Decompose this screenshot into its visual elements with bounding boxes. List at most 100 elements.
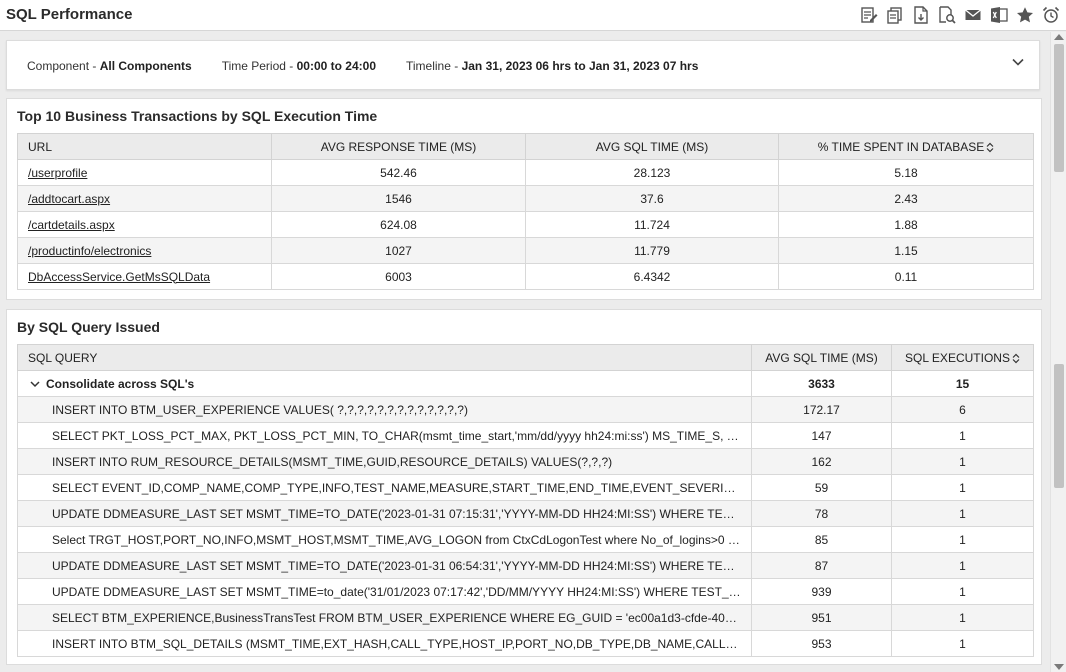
sql-query-table: SQL QUERY AVG SQL TIME (MS) SQL EXECUTIO…: [17, 344, 1034, 657]
avg-sql-time-cell: 28.123: [525, 159, 779, 186]
sql-query-cell: INSERT INTO BTM_SQL_DETAILS (MSMT_TIME,E…: [17, 630, 752, 657]
filter-component-label: Component -: [27, 59, 100, 73]
sql-query-cell: Select TRGT_HOST,PORT_NO,INFO,MSMT_HOST,…: [17, 526, 752, 553]
column-header-pct-time-db[interactable]: % TIME SPENT IN DATABASE: [778, 133, 1034, 160]
sql-executions-cell: 1: [891, 448, 1034, 475]
table-row: UPDATE DDMEASURE_LAST SET MSMT_TIME=TO_D…: [17, 552, 1034, 579]
pct-time-db-cell: 0.11: [778, 263, 1034, 290]
edit-report-icon[interactable]: [858, 5, 880, 25]
filter-component-value: All Components: [99, 59, 192, 73]
business-transactions-table: URL AVG RESPONSE TIME (MS) AVG SQL TIME …: [17, 133, 1034, 290]
group-avg-sql-time: 3633: [751, 370, 892, 397]
column-header-sql-query[interactable]: SQL QUERY: [17, 344, 752, 371]
url-link[interactable]: /userprofile: [17, 159, 272, 186]
sql-executions-cell: 1: [891, 500, 1034, 527]
alarm-clock-icon[interactable]: [1040, 5, 1062, 25]
page-title: SQL Performance: [6, 6, 133, 23]
sql-query-cell: UPDATE DDMEASURE_LAST SET MSMT_TIME=TO_D…: [17, 500, 752, 527]
group-executions: 15: [891, 370, 1034, 397]
url-link[interactable]: /productinfo/electronics: [17, 237, 272, 264]
filter-component: Component - All Components: [27, 59, 192, 73]
filter-bar: Component - All Components Time Period -…: [6, 40, 1040, 90]
scroll-up-arrow-icon[interactable]: [1054, 34, 1064, 40]
column-header-avg-response-time[interactable]: AVG RESPONSE TIME (MS): [271, 133, 526, 160]
column-header-url[interactable]: URL: [17, 133, 272, 160]
avg-sql-time-cell: 951: [751, 604, 892, 631]
filter-timeline: Timeline - Jan 31, 2023 06 hrs to Jan 31…: [406, 59, 698, 73]
avg-sql-time-cell: 87: [751, 552, 892, 579]
scrollbar-thumb-secondary[interactable]: [1054, 364, 1064, 488]
pct-time-db-cell: 1.88: [778, 211, 1034, 238]
group-label: Consolidate across SQL's: [46, 376, 195, 391]
filter-timeline-label: Timeline -: [406, 59, 462, 73]
toolbar: [858, 5, 1062, 25]
sql-executions-cell: 1: [891, 422, 1034, 449]
avg-sql-time-cell: 11.779: [525, 237, 779, 264]
table-row: INSERT INTO BTM_SQL_DETAILS (MSMT_TIME,E…: [17, 630, 1034, 657]
favorite-star-icon[interactable]: [1014, 5, 1036, 25]
sql-query-panel: By SQL Query Issued SQL QUERY AVG SQL TI…: [6, 309, 1042, 665]
table-row: UPDATE DDMEASURE_LAST SET MSMT_TIME=TO_D…: [17, 500, 1034, 527]
table-row: INSERT INTO BTM_USER_EXPERIENCE VALUES( …: [17, 396, 1034, 423]
table-row: INSERT INTO RUM_RESOURCE_DETAILS(MSMT_TI…: [17, 448, 1034, 475]
column-header-sql-executions-label: SQL EXECUTIONS: [905, 350, 1010, 365]
mail-icon[interactable]: [962, 5, 984, 25]
sql-executions-cell: 1: [891, 578, 1034, 605]
avg-sql-time-cell: 147: [751, 422, 892, 449]
avg-response-time-cell: 1027: [271, 237, 526, 264]
sql-executions-cell: 1: [891, 604, 1034, 631]
avg-sql-time-cell: 172.17: [751, 396, 892, 423]
avg-sql-time-cell: 6.4342: [525, 263, 779, 290]
filter-time-period-value: 00:00 to 24:00: [296, 59, 376, 73]
table-row: DbAccessService.GetMsSQLData 6003 6.4342…: [17, 263, 1034, 290]
avg-response-time-cell: 1546: [271, 185, 526, 212]
table-row: SELECT BTM_EXPERIENCE,BusinessTransTest …: [17, 604, 1034, 631]
sql-query-cell: UPDATE DDMEASURE_LAST SET MSMT_TIME=TO_D…: [17, 552, 752, 579]
sql-executions-cell: 6: [891, 396, 1034, 423]
table-row: /productinfo/electronics 1027 11.779 1.1…: [17, 237, 1034, 264]
pdf-export-icon[interactable]: [910, 5, 932, 25]
sql-executions-cell: 1: [891, 474, 1034, 501]
table-header-row: SQL QUERY AVG SQL TIME (MS) SQL EXECUTIO…: [17, 344, 1034, 371]
column-header-sql-executions[interactable]: SQL EXECUTIONS: [891, 344, 1034, 371]
sql-query-cell: INSERT INTO RUM_RESOURCE_DETAILS(MSMT_TI…: [17, 448, 752, 475]
chevron-down-icon[interactable]: [1011, 55, 1025, 69]
avg-sql-time-cell: 162: [751, 448, 892, 475]
avg-sql-time-cell: 85: [751, 526, 892, 553]
scroll-down-arrow-icon[interactable]: [1054, 664, 1064, 670]
group-label-cell[interactable]: Consolidate across SQL's: [17, 370, 752, 397]
sort-icon[interactable]: [1012, 353, 1020, 364]
column-header-avg-sql-time[interactable]: AVG SQL TIME (MS): [751, 344, 892, 371]
avg-sql-time-cell: 59: [751, 474, 892, 501]
sql-executions-cell: 1: [891, 630, 1034, 657]
sql-query-cell: INSERT INTO BTM_USER_EXPERIENCE VALUES( …: [17, 396, 752, 423]
url-link[interactable]: /cartdetails.aspx: [17, 211, 272, 238]
url-link[interactable]: /addtocart.aspx: [17, 185, 272, 212]
table-row: SELECT PKT_LOSS_PCT_MAX, PKT_LOSS_PCT_MI…: [17, 422, 1034, 449]
sql-query-cell: UPDATE DDMEASURE_LAST SET MSMT_TIME=to_d…: [17, 578, 752, 605]
avg-response-time-cell: 624.08: [271, 211, 526, 238]
column-header-pct-time-db-label: % TIME SPENT IN DATABASE: [817, 139, 985, 154]
scrollbar-thumb[interactable]: [1054, 44, 1064, 172]
chevron-down-icon[interactable]: [30, 379, 40, 389]
avg-sql-time-cell: 11.724: [525, 211, 779, 238]
column-header-avg-sql-time[interactable]: AVG SQL TIME (MS): [525, 133, 779, 160]
sql-query-cell: SELECT BTM_EXPERIENCE,BusinessTransTest …: [17, 604, 752, 631]
sort-icon[interactable]: [986, 142, 994, 153]
preview-icon[interactable]: [936, 5, 958, 25]
vertical-scrollbar[interactable]: [1050, 32, 1066, 672]
url-link[interactable]: DbAccessService.GetMsSQLData: [17, 263, 272, 290]
group-row[interactable]: Consolidate across SQL's 3633 15: [17, 370, 1034, 397]
copy-report-icon[interactable]: [884, 5, 906, 25]
avg-response-time-cell: 6003: [271, 263, 526, 290]
sql-query-title: By SQL Query Issued: [17, 319, 160, 335]
table-row: /cartdetails.aspx 624.08 11.724 1.88: [17, 211, 1034, 238]
table-row: /userprofile 542.46 28.123 5.18: [17, 159, 1034, 186]
avg-sql-time-cell: 953: [751, 630, 892, 657]
business-transactions-title: Top 10 Business Transactions by SQL Exec…: [17, 108, 378, 124]
filter-time-period-label: Time Period -: [221, 59, 297, 73]
sql-executions-cell: 1: [891, 526, 1034, 553]
avg-response-time-cell: 542.46: [271, 159, 526, 186]
table-header-row: URL AVG RESPONSE TIME (MS) AVG SQL TIME …: [17, 133, 1034, 160]
excel-export-icon[interactable]: [988, 5, 1010, 25]
